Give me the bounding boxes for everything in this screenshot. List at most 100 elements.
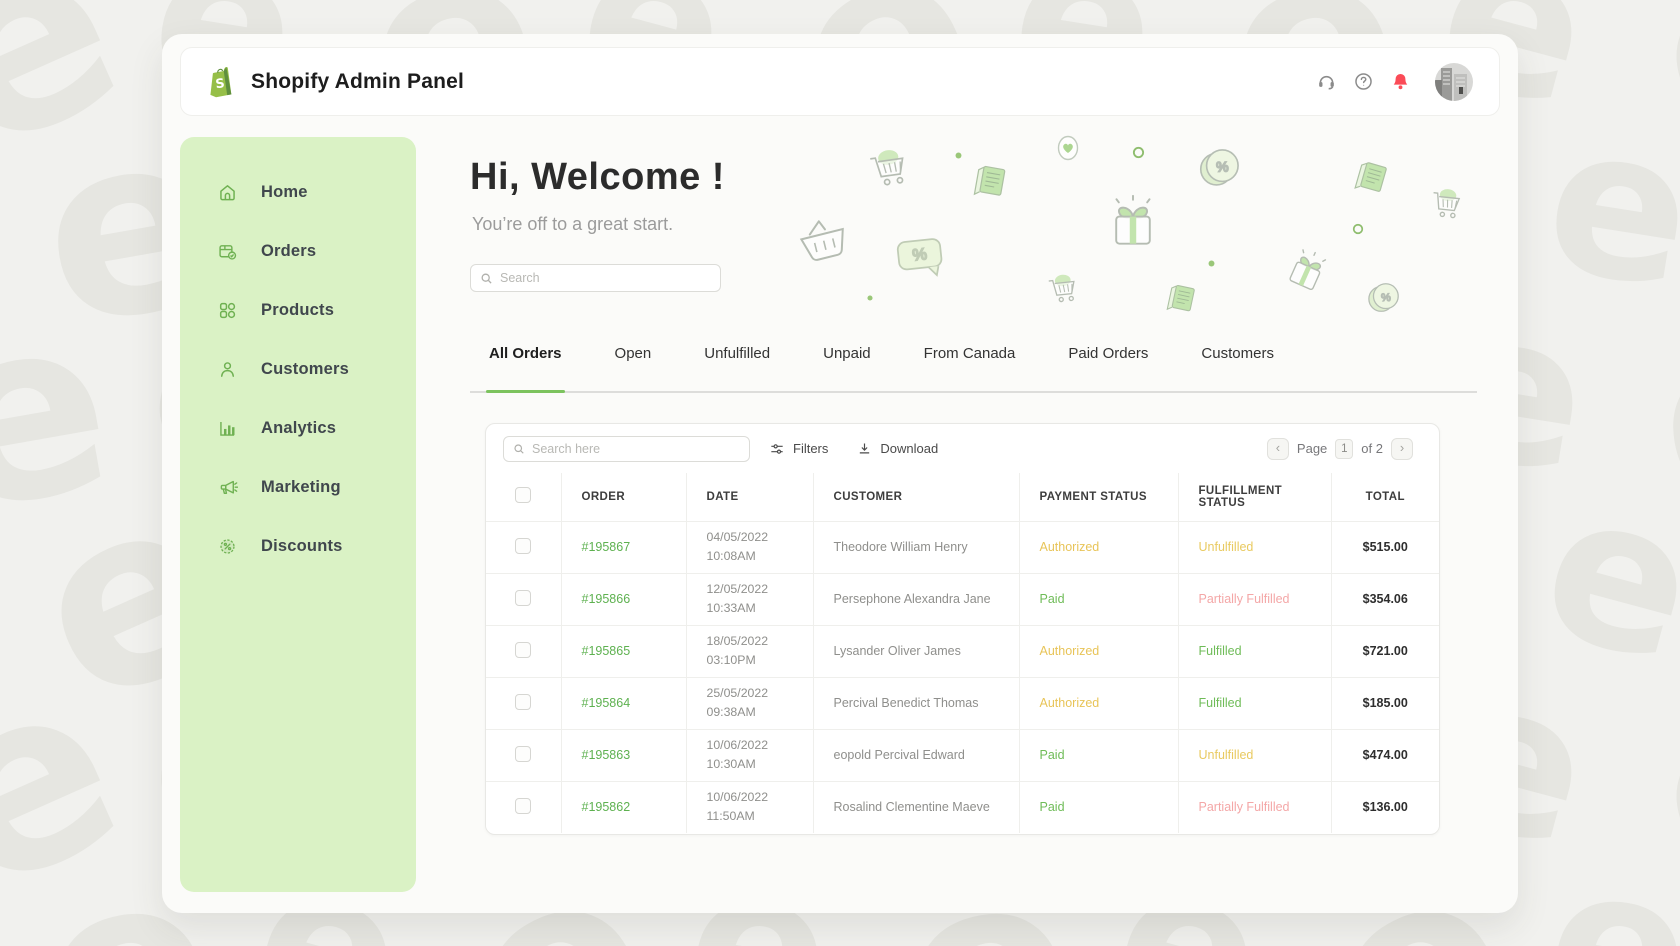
green-dot	[955, 146, 962, 153]
main-content: Hi, Welcome ! You’re off to a great star…	[470, 34, 1480, 913]
receipt-illustration	[1158, 276, 1205, 323]
order-date: 10/06/202211:50AM	[686, 781, 813, 833]
sidebar-item-analytics[interactable]: Analytics	[180, 399, 416, 458]
sidebar-item-home[interactable]: Home	[180, 163, 416, 222]
sidebar-item-label: Marketing	[261, 478, 341, 497]
discounts-icon	[217, 536, 238, 557]
sidebar-item-label: Customers	[261, 360, 349, 379]
row-checkbox[interactable]	[515, 694, 531, 710]
percent-coin-illustration: %	[1362, 276, 1406, 320]
tab-from-canada[interactable]: From Canada	[924, 339, 1016, 391]
table-row: #195867 04/05/202210:08AMTheodore William…	[486, 521, 1439, 573]
row-checkbox[interactable]	[515, 642, 531, 658]
shopping-cart-illustration	[1040, 268, 1086, 314]
welcome-search-input[interactable]	[500, 271, 711, 285]
tab-customers[interactable]: Customers	[1201, 339, 1274, 391]
download-icon	[857, 441, 872, 456]
order-link[interactable]: #195865	[582, 644, 631, 658]
order-customer: Persephone Alexandra Jane	[813, 573, 1019, 625]
green-dot	[867, 288, 873, 294]
payment-status: Paid	[1019, 781, 1178, 833]
percent-bubble-illustration: %	[887, 225, 953, 291]
order-link[interactable]: #195862	[582, 800, 631, 814]
table-row: #19586310/06/202210:30AMeopold Percival …	[486, 729, 1439, 781]
table-row: #19586425/05/202209:38AMPercival Benedic…	[486, 677, 1439, 729]
next-page-button[interactable]: ›	[1391, 438, 1413, 460]
column-header-payment-status: PAYMENT STATUS	[1019, 473, 1178, 521]
order-customer: Theodore William Henry	[813, 521, 1019, 573]
filters-label: Filters	[793, 441, 828, 456]
order-link[interactable]: #195864	[582, 696, 631, 710]
welcome-title: Hi, Welcome !	[470, 156, 725, 199]
orders-icon	[217, 241, 238, 262]
sidebar-item-label: Orders	[261, 242, 316, 261]
analytics-icon	[217, 418, 238, 439]
current-page[interactable]: 1	[1335, 439, 1353, 459]
tab-all-orders[interactable]: All Orders	[489, 339, 562, 391]
table-row: #19586612/05/202210:33AMPersephone Alexa…	[486, 573, 1439, 625]
row-checkbox[interactable]	[515, 798, 531, 814]
column-header-date: DATE	[686, 473, 813, 521]
tab-paid-orders[interactable]: Paid Orders	[1068, 339, 1148, 391]
sidebar-item-label: Discounts	[261, 537, 343, 556]
home-icon	[217, 182, 238, 203]
order-tabs: All Orders Open Unfulfilled Unpaid From Cana…	[470, 339, 1477, 393]
payment-status: Authorized	[1019, 521, 1178, 573]
percent-coin-illustration: %	[1192, 140, 1248, 196]
basket-illustration	[785, 203, 863, 281]
row-checkbox[interactable]	[515, 590, 531, 606]
order-link[interactable]: #195863	[582, 748, 631, 762]
order-customer: Rosalind Clementine Maeve	[813, 781, 1019, 833]
prev-page-button[interactable]: ‹	[1267, 438, 1289, 460]
sidebar-item-discounts[interactable]: Discounts	[180, 517, 416, 576]
table-row: #19586518/05/202203:10PMLysander Oliver …	[486, 625, 1439, 677]
order-link[interactable]: #195866	[582, 592, 631, 606]
sidebar-item-customers[interactable]: Customers	[180, 340, 416, 399]
pagination: ‹ Page 1 of 2 ›	[1267, 438, 1413, 460]
row-checkbox[interactable]	[515, 746, 531, 762]
table-header-row: ORDERDATECUSTOMERPAYMENT STATUSFULFILLME…	[486, 473, 1439, 521]
search-icon	[480, 272, 493, 285]
order-total: $515.00	[1331, 521, 1439, 573]
order-total: $136.00	[1331, 781, 1439, 833]
app-window: S Shopify Admin Panel	[162, 34, 1518, 913]
sidebar-item-products[interactable]: Products	[180, 281, 416, 340]
customers-icon	[217, 359, 238, 380]
green-ring	[1132, 146, 1145, 159]
order-link[interactable]: #195867	[582, 540, 631, 554]
order-total: $185.00	[1331, 677, 1439, 729]
filters-icon	[769, 441, 785, 457]
payment-status: Authorized	[1019, 625, 1178, 677]
payment-status: Paid	[1019, 729, 1178, 781]
gift-box-illustration	[1277, 241, 1338, 302]
products-icon	[217, 300, 238, 321]
filters-button[interactable]: Filters	[769, 441, 828, 457]
svg-text:S: S	[215, 76, 226, 92]
fulfillment-status: Unfulfilled	[1178, 521, 1331, 573]
select-all-checkbox[interactable]	[515, 487, 531, 503]
welcome-search	[470, 264, 721, 292]
fulfillment-status: Partially Fulfilled	[1178, 781, 1331, 833]
tab-unpaid[interactable]: Unpaid	[823, 339, 871, 391]
tab-unfulfilled[interactable]: Unfulfilled	[704, 339, 770, 391]
orders-search	[503, 436, 750, 462]
gift-box-illustration	[1102, 192, 1164, 254]
fulfillment-status: Unfulfilled	[1178, 729, 1331, 781]
table-row: #195862 10/06/202211:50AMRosalind Clement…	[486, 781, 1439, 833]
order-customer: Lysander Oliver James	[813, 625, 1019, 677]
column-header-customer: CUSTOMER	[813, 473, 1019, 521]
sidebar-item-orders[interactable]: Orders	[180, 222, 416, 281]
order-date: 10/06/202210:30AM	[686, 729, 813, 781]
row-checkbox[interactable]	[515, 538, 531, 554]
tab-open[interactable]: Open	[615, 339, 652, 391]
page-label: Page	[1297, 441, 1327, 456]
green-ring	[1352, 222, 1364, 234]
download-button[interactable]: Download	[857, 441, 938, 456]
sidebar-item-label: Home	[261, 183, 308, 202]
heart-badge-illustration	[1050, 132, 1086, 168]
orders-search-input[interactable]	[532, 442, 740, 456]
fulfillment-status: Partially Fulfilled	[1178, 573, 1331, 625]
orders-panel: Filters Download ‹ Page 1 of 2	[485, 423, 1440, 835]
order-date: 04/05/202210:08AM	[686, 521, 813, 573]
sidebar-item-marketing[interactable]: Marketing	[180, 458, 416, 517]
